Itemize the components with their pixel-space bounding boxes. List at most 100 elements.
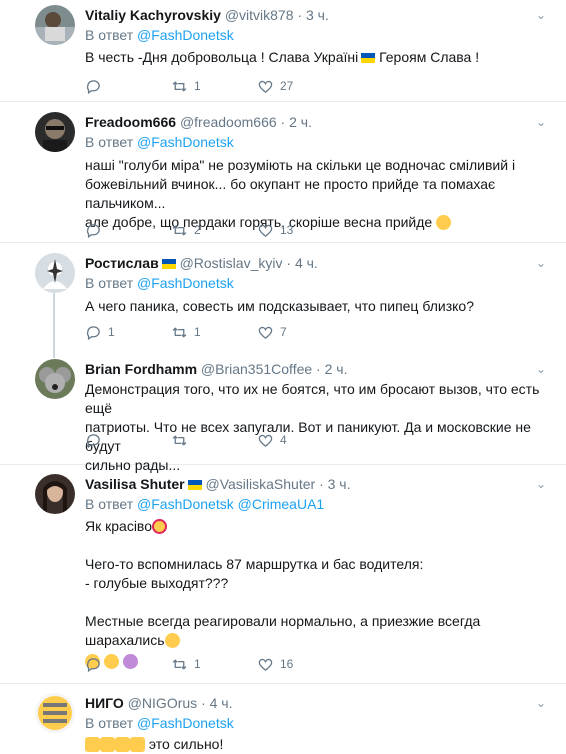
tweet-text-line: - голубые выходят???	[85, 575, 229, 591]
timestamp[interactable]: 4 ч.	[295, 255, 318, 271]
tweet-text-line: наші "голуби міра" не розуміють на скіль…	[85, 157, 516, 173]
reply-prefix: В ответ	[85, 496, 134, 512]
chevron-down-icon[interactable]: ⌄	[536, 256, 546, 270]
tweet-vitaliy[interactable]: Vitaliy Kachyrovskiy @vitvik878 · 3 ч. В…	[0, 0, 566, 102]
user-handle[interactable]: @NIGOrus	[128, 695, 197, 711]
like-count: 16	[280, 657, 294, 671]
timestamp[interactable]: 2 ч.	[289, 114, 312, 130]
reply-context: В ответ @FashDonetsk	[85, 274, 554, 292]
tweet-text-line: Як красіво	[85, 518, 152, 534]
avatar[interactable]	[35, 253, 75, 293]
reply-button[interactable]	[85, 222, 171, 239]
user-handle[interactable]: @Rostislav_kyiv	[180, 255, 283, 271]
chevron-down-icon[interactable]: ⌄	[536, 8, 546, 22]
avatar[interactable]	[35, 5, 75, 45]
ukraine-flag-icon	[187, 480, 202, 490]
heart-eyes-emoji-icon	[152, 519, 167, 534]
chevron-down-icon[interactable]: ⌄	[536, 115, 546, 129]
reply-to-link[interactable]: @FashDonetsk	[137, 715, 234, 731]
avatar[interactable]	[35, 693, 75, 733]
retweet-button[interactable]: 1	[171, 656, 257, 673]
avatar[interactable]	[35, 474, 75, 514]
retweet-icon	[172, 326, 187, 338]
reply-icon	[86, 223, 100, 238]
separator: ·	[297, 7, 303, 23]
like-count: 7	[280, 325, 287, 339]
laughing-emoji-icon	[436, 215, 452, 230]
display-name[interactable]: Vasilisa Shuter	[85, 476, 185, 492]
reply-context: В ответ @FashDonetsk	[85, 133, 554, 151]
retweet-button[interactable]	[171, 432, 257, 449]
clap-emoji-icon	[100, 737, 115, 752]
reply-button[interactable]	[85, 432, 171, 449]
chevron-down-icon[interactable]: ⌄	[536, 477, 546, 491]
ukraine-flag-icon	[161, 259, 176, 269]
tweet-nigo[interactable]: НИГО @NIGOrus · 4 ч. В ответ @FashDonets…	[0, 684, 566, 752]
reply-icon	[86, 325, 100, 340]
user-handle[interactable]: @vitvik878	[225, 7, 294, 23]
heart-icon	[258, 434, 273, 447]
reply-to-link[interactable]: @FashDonetsk	[137, 27, 234, 43]
reply-context: В ответ @FashDonetsk	[85, 714, 554, 732]
separator: ·	[280, 114, 286, 130]
timestamp[interactable]: 3 ч.	[328, 476, 351, 492]
heart-icon	[258, 80, 273, 93]
tweet-text: А чего паника, совесть им подсказывает, …	[85, 298, 474, 314]
timestamp[interactable]: 4 ч.	[210, 695, 233, 711]
user-handle[interactable]: @freadoom666	[180, 114, 277, 130]
like-button[interactable]: 13	[257, 222, 343, 239]
chevron-down-icon[interactable]: ⌄	[536, 362, 546, 376]
user-handle[interactable]: @VasiliskaShuter	[206, 476, 316, 492]
display-name[interactable]: НИГО	[85, 695, 124, 711]
tweet-vasilisa[interactable]: Vasilisa Shuter @VasiliskaShuter · 3 ч. …	[0, 465, 566, 684]
like-count: 4	[280, 433, 287, 447]
tweet-text: Як красіво Чего-то вспомнилась 87 маршру…	[85, 517, 554, 671]
retweet-button[interactable]: 1	[171, 324, 257, 341]
reply-button[interactable]: 1	[85, 324, 171, 341]
tweet-text-line: Местные всегда реагировали нормально, а …	[85, 613, 481, 648]
tweet-text-line: Демонстрация того, что их не боятся, что…	[85, 381, 540, 416]
thread-connector	[53, 293, 55, 358]
display-name[interactable]: Vitaliy Kachyrovskiy	[85, 7, 221, 23]
timestamp[interactable]: 2 ч.	[325, 361, 348, 377]
ukraine-flag-icon	[361, 53, 376, 63]
chevron-down-icon[interactable]: ⌄	[536, 696, 546, 710]
like-button[interactable]: 16	[257, 656, 343, 673]
tweet-thread-rostislav[interactable]: Ростислав @Rostislav_kyiv · 4 ч. В ответ…	[0, 243, 566, 473]
reply-to-link[interactable]: @FashDonetsk	[137, 496, 234, 512]
reply-button[interactable]	[85, 78, 171, 95]
reply-to-link[interactable]: @FashDonetsk	[137, 134, 234, 150]
like-button[interactable]: 4	[257, 432, 343, 449]
tweet-text: В честь -Дня добровольца ! Слава Україні…	[85, 48, 554, 67]
reply-to-link-2[interactable]: @CrimeaUA1	[238, 496, 325, 512]
reply-context: В ответ @FashDonetsk	[85, 26, 554, 44]
clap-emoji-icon	[85, 737, 100, 752]
retweet-count: 2	[194, 223, 201, 237]
separator: ·	[319, 476, 324, 492]
retweet-button[interactable]: 1	[171, 78, 257, 95]
retweet-button[interactable]: 2	[171, 222, 257, 239]
like-button[interactable]: 7	[257, 324, 343, 341]
display-name[interactable]: Ростислав	[85, 255, 159, 271]
thumbs-up-emoji-icon	[130, 737, 145, 752]
display-name[interactable]: Brian Fordhamm	[85, 361, 197, 377]
like-button[interactable]: 27	[257, 78, 343, 95]
separator: ·	[316, 361, 321, 377]
display-name[interactable]: Freadoom666	[85, 114, 176, 130]
reply-button[interactable]	[85, 656, 171, 673]
user-handle[interactable]: @Brian351Coffee	[201, 361, 312, 377]
retweet-icon	[172, 80, 187, 92]
retweet-count: 1	[194, 325, 201, 339]
tweet-text-part: В честь -Дня добровольца ! Слава Україні	[85, 49, 359, 65]
avatar[interactable]	[35, 112, 75, 152]
heart-icon	[258, 658, 273, 671]
tweet-text-line: божевільний вчинок... бо окупант не прос…	[85, 176, 496, 211]
tweet-freadoom[interactable]: Freadoom666 @freadoom666 · 2 ч. В ответ …	[0, 102, 566, 243]
like-count: 27	[280, 79, 294, 93]
reply-count: 1	[108, 325, 115, 339]
timestamp[interactable]: 3 ч.	[306, 7, 329, 23]
retweet-count: 1	[194, 79, 201, 93]
reply-to-link[interactable]: @FashDonetsk	[137, 275, 234, 291]
avatar[interactable]	[35, 359, 75, 399]
reply-icon	[86, 433, 100, 448]
